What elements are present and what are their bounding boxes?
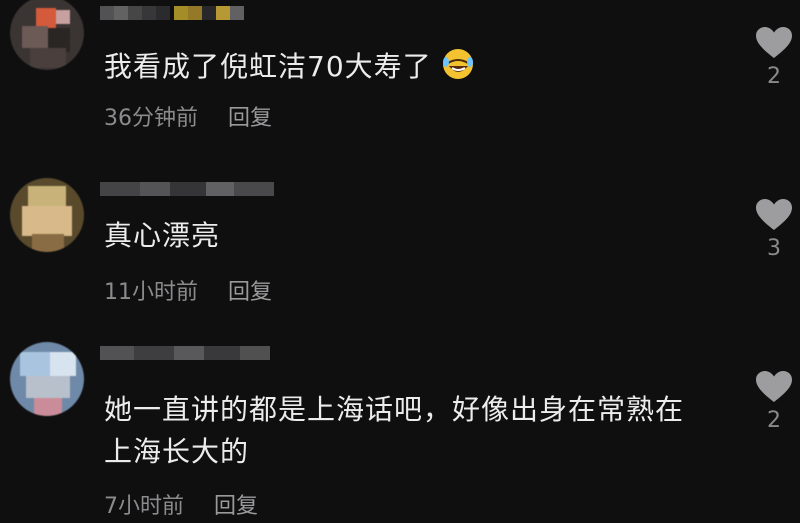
avatar[interactable] [10, 0, 84, 70]
reply-button[interactable]: 回复 [228, 100, 272, 132]
timestamp: 7小时前 [104, 494, 184, 519]
comment-text: 真心漂亮 [104, 219, 221, 252]
avatar[interactable] [10, 342, 84, 416]
like-button[interactable]: 3 [752, 198, 796, 261]
heart-icon [756, 27, 792, 58]
comment-text-line-1: 她一直讲的都是上海话吧，好像出身在常熟在 [104, 393, 685, 426]
username-redacted[interactable] [100, 178, 274, 200]
like-button[interactable]: 2 [752, 26, 796, 89]
heart-icon [756, 199, 792, 230]
like-count: 3 [767, 236, 781, 261]
comment-meta: 11小时前 回复 [104, 274, 272, 306]
timestamp: 11小时前 [104, 280, 198, 305]
like-count: 2 [767, 408, 781, 433]
comment-text: 我看成了倪虹洁70大寿了 [104, 46, 476, 87]
timestamp: 36分钟前 [104, 106, 198, 131]
comment-meta: 36分钟前 回复 [104, 100, 272, 132]
like-button[interactable]: 2 [752, 370, 796, 433]
comment-text-line-2: 上海长大的 [104, 435, 250, 468]
avatar[interactable] [10, 178, 84, 252]
rolling-on-floor-laughing-emoji [442, 49, 473, 79]
username-redacted[interactable] [100, 2, 244, 24]
comment-meta: 7小时前 回复 [104, 488, 258, 520]
username-redacted[interactable] [100, 342, 270, 364]
reply-button[interactable]: 回复 [228, 274, 272, 306]
like-count: 2 [767, 64, 781, 89]
reply-button[interactable]: 回复 [214, 488, 258, 520]
heart-icon [756, 371, 792, 402]
